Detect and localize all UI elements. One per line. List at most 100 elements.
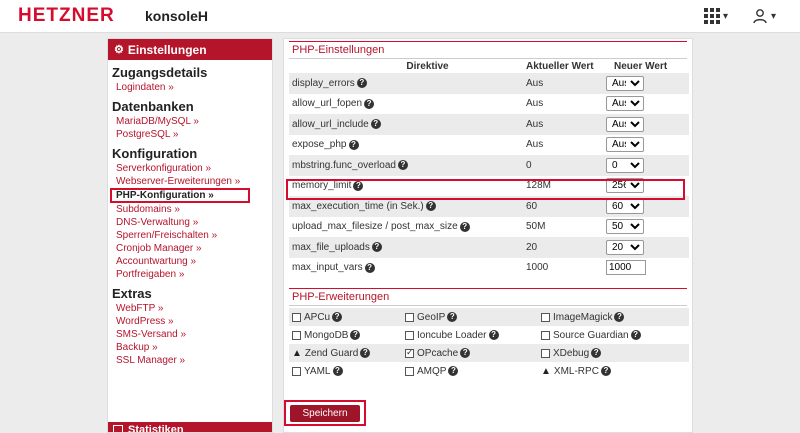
extension-item: GeoIP? — [405, 312, 541, 323]
extension-checkbox[interactable] — [292, 330, 301, 340]
extension-checkbox[interactable] — [405, 347, 414, 358]
help-icon[interactable]: ? — [360, 348, 371, 358]
help-icon[interactable]: ? — [591, 348, 602, 358]
extension-checkbox[interactable] — [405, 312, 414, 322]
new-value-cell: 20 — [606, 237, 689, 258]
current-value: 128M — [526, 180, 552, 192]
sidebar-footer-statistiken[interactable]: Statistiken — [108, 422, 272, 433]
gear-icon: ⚙ — [114, 44, 124, 56]
new-value-select[interactable]: Aus — [606, 75, 644, 91]
help-icon[interactable]: ? — [447, 312, 458, 322]
sidebar-item[interactable]: SMS-Versand » — [108, 328, 272, 341]
current-value: 0 — [526, 155, 606, 176]
sidebar-item[interactable]: PHP-Konfiguration » — [110, 188, 250, 203]
sidebar-item[interactable]: Cronjob Manager » — [108, 242, 272, 255]
new-value-cell: Aus — [606, 114, 689, 135]
help-icon[interactable]: ? — [364, 98, 375, 109]
main-panel: PHP-Einstellungen Direktive Aktueller We… — [283, 38, 693, 433]
new-value-select[interactable]: Aus — [606, 96, 644, 112]
save-button[interactable]: Speichern — [290, 404, 360, 422]
help-icon[interactable]: ? — [397, 160, 408, 171]
help-icon[interactable]: ? — [614, 312, 625, 322]
new-value-select[interactable]: 20 — [606, 239, 644, 255]
new-value-select[interactable]: 50 — [606, 219, 644, 235]
directive-cell: mbstring.func_overload? — [289, 155, 526, 176]
directive-label: max_execution_time (in Sek.) — [292, 200, 424, 212]
new-value-cell: Aus — [606, 94, 689, 115]
directive-cell: allow_url_fopen? — [289, 94, 526, 115]
help-icon[interactable]: ? — [332, 366, 343, 376]
help-icon[interactable]: ? — [448, 366, 459, 376]
php-setting-row: display_errors? Aus Aus — [289, 73, 689, 94]
current-value: 1000 — [526, 262, 549, 274]
help-icon[interactable]: ? — [600, 366, 611, 376]
hetzner-logo[interactable]: HETZNER — [18, 5, 115, 27]
directive-label: memory_limit — [292, 180, 352, 192]
directive-cell: max_execution_time (in Sek.)? — [289, 196, 526, 217]
php-settings-title: PHP-Einstellungen — [289, 41, 687, 59]
extension-item: ▲ Zend Guard? — [289, 348, 405, 359]
new-value-input[interactable] — [606, 260, 646, 276]
new-value-select[interactable]: 60 — [606, 198, 644, 214]
help-icon[interactable]: ? — [348, 139, 359, 150]
user-menu-button[interactable]: ▾ — [752, 7, 776, 25]
new-value-cell: Aus — [606, 73, 689, 94]
sidebar-section-title: Konfiguration — [112, 146, 198, 161]
help-icon[interactable]: ? — [460, 348, 471, 358]
sidebar-item[interactable]: Webserver-Erweiterungen » — [108, 175, 272, 188]
extension-checkbox[interactable] — [292, 366, 301, 376]
sidebar-item[interactable]: Backup » — [108, 341, 272, 354]
extension-checkbox[interactable] — [405, 330, 414, 340]
sidebar-item[interactable]: SSL Manager » — [108, 354, 272, 367]
extension-label: AMQP — [417, 365, 447, 377]
product-name: konsoleH — [145, 8, 209, 24]
sidebar-item[interactable]: WebFTP » — [108, 302, 272, 315]
sidebar-item[interactable]: Sperren/Freischalten » — [108, 229, 272, 242]
help-icon[interactable]: ? — [488, 330, 499, 340]
help-icon[interactable]: ? — [371, 242, 382, 253]
sidebar-sections: Zugangsdetails Logindaten » Datenbanken Mar… — [108, 65, 272, 367]
extension-checkbox[interactable] — [541, 312, 550, 322]
new-value-select[interactable]: 0 — [606, 157, 644, 173]
help-icon[interactable]: ? — [356, 78, 367, 89]
help-icon[interactable]: ? — [425, 201, 436, 212]
sidebar-item[interactable]: MariaDB/MySQL » — [108, 115, 272, 128]
help-icon[interactable]: ? — [332, 312, 343, 322]
new-value-select[interactable]: Aus — [606, 137, 644, 153]
directive-cell: display_errors? — [289, 73, 526, 94]
extension-checkbox[interactable] — [405, 366, 414, 376]
directive-cell: allow_url_include? — [289, 114, 526, 135]
directive-cell: memory_limit? — [289, 176, 526, 197]
help-icon[interactable]: ? — [353, 180, 364, 191]
extension-item: AMQP? — [405, 366, 541, 377]
help-icon[interactable]: ? — [459, 221, 470, 232]
new-value-cell: 50 — [606, 217, 689, 238]
new-value-cell: 256 — [606, 176, 689, 197]
sidebar-item[interactable]: PostgreSQL » — [108, 128, 272, 141]
sidebar-footer-label: Statistiken — [128, 424, 184, 433]
extension-label: GeoIP — [417, 311, 446, 323]
sidebar-item[interactable]: WordPress » — [108, 315, 272, 328]
directive-label: allow_url_include — [292, 118, 369, 130]
sidebar-item[interactable]: Subdomains » — [108, 203, 272, 216]
extension-label: ImageMagick — [553, 311, 613, 323]
sidebar-item[interactable]: Logindaten » — [108, 81, 272, 94]
sidebar-item[interactable]: Portfreigaben » — [108, 268, 272, 281]
help-icon[interactable]: ? — [350, 330, 361, 340]
extension-checkbox[interactable] — [541, 348, 550, 358]
extension-label: YAML — [304, 365, 331, 377]
extension-item: XDebug? — [541, 348, 689, 359]
directive-label: upload_max_filesize / post_max_size — [292, 221, 458, 233]
extension-checkbox[interactable] — [292, 312, 301, 322]
new-value-select[interactable]: Aus — [606, 116, 644, 132]
new-value-select[interactable]: 256 — [606, 178, 644, 194]
apps-menu-button[interactable]: ▾ — [704, 7, 728, 25]
sidebar-item[interactable]: Serverkonfiguration » — [108, 162, 272, 175]
sidebar-item[interactable]: Accountwartung » — [108, 255, 272, 268]
help-icon[interactable]: ? — [630, 330, 641, 340]
sidebar-item[interactable]: DNS-Verwaltung » — [108, 216, 272, 229]
extension-checkbox[interactable] — [541, 330, 550, 340]
directive-cell: upload_max_filesize / post_max_size? — [289, 217, 526, 238]
help-icon[interactable]: ? — [364, 262, 375, 273]
help-icon[interactable]: ? — [370, 119, 381, 130]
